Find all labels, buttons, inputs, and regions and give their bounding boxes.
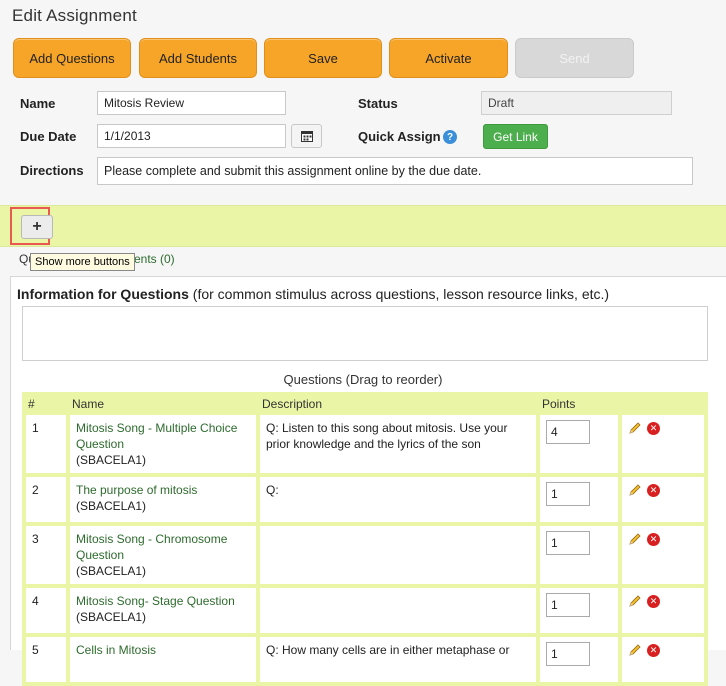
help-icon[interactable]: ? bbox=[443, 130, 457, 144]
question-code: (SBACELA1) bbox=[76, 564, 147, 578]
question-link[interactable]: Mitosis Song - Multiple Choice Question bbox=[76, 421, 237, 451]
question-code: (SBACELA1) bbox=[76, 453, 147, 467]
page-title: Edit Assignment bbox=[12, 6, 137, 25]
name-input[interactable]: Mitosis Review bbox=[97, 91, 286, 115]
pencil-icon[interactable] bbox=[628, 594, 642, 608]
show-more-button[interactable]: + bbox=[21, 215, 53, 239]
pencil-icon[interactable] bbox=[628, 421, 642, 435]
questions-table: # Name Description Points 1 Mitosis Song… bbox=[22, 392, 708, 686]
points-input[interactable]: 1 bbox=[546, 642, 590, 666]
question-link[interactable]: The purpose of mitosis bbox=[76, 483, 197, 497]
table-row[interactable]: 1 Mitosis Song - Multiple Choice Questio… bbox=[26, 415, 704, 473]
col-name: Name bbox=[70, 396, 256, 411]
question-link[interactable]: Cells in Mitosis bbox=[76, 643, 156, 657]
points-input[interactable]: 1 bbox=[546, 482, 590, 506]
pencil-icon[interactable] bbox=[628, 643, 642, 657]
send-button: Send bbox=[515, 38, 634, 78]
row-description: Q: bbox=[260, 477, 536, 522]
points-input[interactable]: 1 bbox=[546, 531, 590, 555]
status-label: Status bbox=[358, 96, 398, 111]
table-row[interactable]: 3 Mitosis Song - Chromosome Question (SBA… bbox=[26, 526, 704, 584]
col-actions bbox=[622, 396, 704, 411]
delete-icon[interactable]: ✕ bbox=[647, 421, 660, 435]
due-date-label: Due Date bbox=[20, 129, 77, 144]
question-link[interactable]: Mitosis Song- Stage Question bbox=[76, 594, 235, 608]
tooltip: Show more buttons bbox=[30, 253, 135, 271]
info-heading-rest: (for common stimulus across questions, l… bbox=[188, 286, 610, 302]
quick-assign-label: Quick Assign bbox=[358, 129, 441, 144]
question-code: (SBACELA1) bbox=[76, 610, 147, 624]
get-link-button[interactable]: Get Link bbox=[483, 124, 548, 149]
points-input[interactable]: 1 bbox=[546, 593, 590, 617]
delete-icon[interactable]: ✕ bbox=[647, 532, 660, 546]
questions-title: Questions (Drag to reorder) bbox=[283, 372, 443, 387]
activate-button[interactable]: Activate bbox=[389, 38, 508, 78]
name-label: Name bbox=[20, 96, 56, 111]
save-button[interactable]: Save bbox=[264, 38, 382, 78]
row-description: Q: Listen to this song about mitosis. Us… bbox=[260, 415, 536, 473]
calendar-button[interactable] bbox=[291, 124, 322, 148]
row-description bbox=[260, 526, 536, 584]
delete-icon[interactable]: ✕ bbox=[647, 643, 660, 657]
table-row[interactable]: 2 The purpose of mitosis (SBACELA1) Q: 1 … bbox=[26, 477, 704, 522]
row-num: 3 bbox=[26, 526, 66, 584]
delete-icon[interactable]: ✕ bbox=[647, 483, 660, 497]
question-code: (SBACELA1) bbox=[76, 499, 147, 513]
delete-icon[interactable]: ✕ bbox=[647, 594, 660, 608]
question-link[interactable]: Mitosis Song - Chromosome Question bbox=[76, 532, 227, 562]
directions-label: Directions bbox=[20, 163, 84, 178]
table-row[interactable]: 5 Cells in Mitosis Q: How many cells are… bbox=[26, 637, 704, 682]
info-textarea[interactable] bbox=[22, 306, 708, 361]
info-heading: Information for Questions (for common st… bbox=[17, 286, 609, 302]
add-students-button[interactable]: Add Students bbox=[139, 38, 257, 78]
row-description: Q: How many cells are in either metaphas… bbox=[260, 637, 536, 682]
more-buttons-bar bbox=[0, 205, 726, 247]
calendar-icon bbox=[300, 131, 313, 142]
row-num: 4 bbox=[26, 588, 66, 633]
add-questions-button[interactable]: Add Questions bbox=[13, 38, 131, 78]
col-num: # bbox=[26, 396, 66, 411]
col-description: Description bbox=[260, 396, 536, 411]
col-points: Points bbox=[540, 396, 618, 411]
points-input[interactable]: 4 bbox=[546, 420, 590, 444]
row-description bbox=[260, 588, 536, 633]
table-row[interactable]: 4 Mitosis Song- Stage Question (SBACELA1)… bbox=[26, 588, 704, 633]
status-field: Draft bbox=[481, 91, 672, 115]
pencil-icon[interactable] bbox=[628, 483, 642, 497]
tab-students[interactable]: ents (0) bbox=[134, 252, 175, 266]
row-num: 2 bbox=[26, 477, 66, 522]
row-num: 5 bbox=[26, 637, 66, 682]
row-num: 1 bbox=[26, 415, 66, 473]
info-heading-bold: Information for Questions bbox=[17, 286, 189, 302]
directions-input[interactable]: Please complete and submit this assignme… bbox=[97, 157, 693, 185]
due-date-input[interactable]: 1/1/2013 bbox=[97, 124, 286, 148]
pencil-icon[interactable] bbox=[628, 532, 642, 546]
